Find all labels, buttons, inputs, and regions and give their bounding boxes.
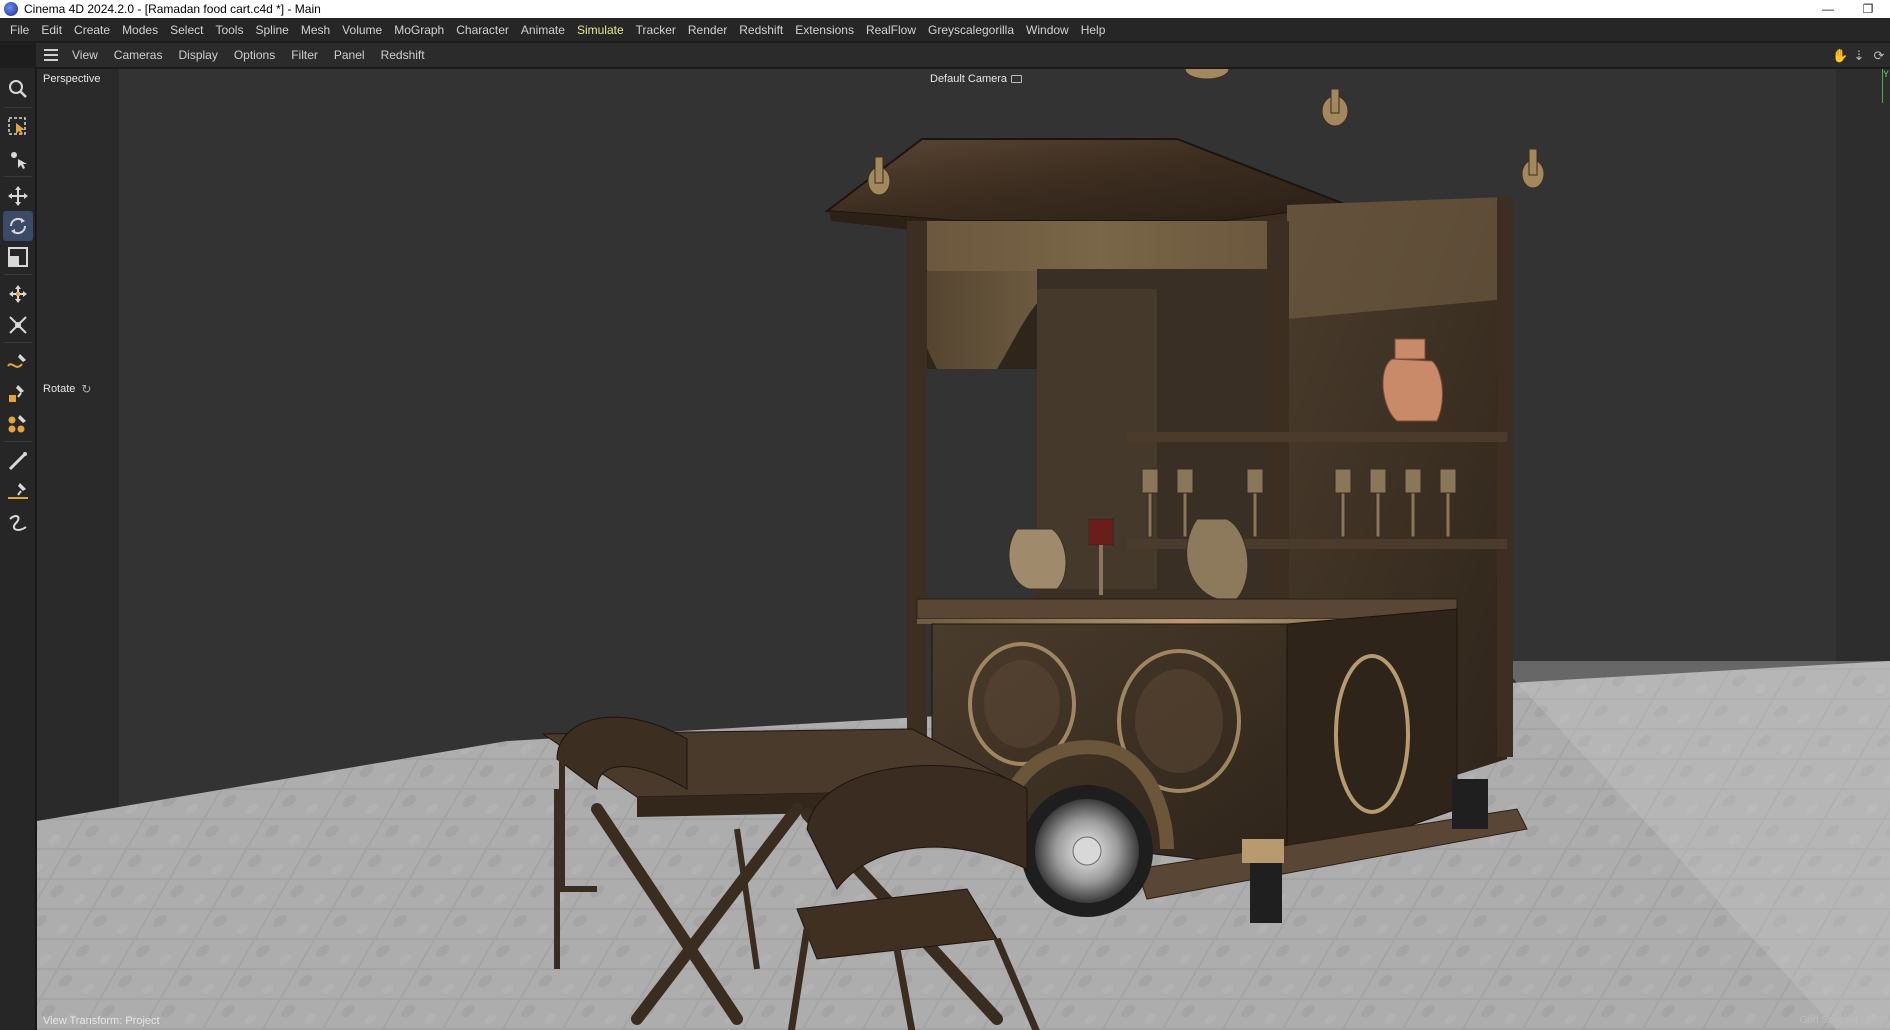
scale-tool-icon[interactable] [3, 242, 33, 272]
menu-mograph[interactable]: MoGraph [388, 18, 450, 42]
menu-create[interactable]: Create [68, 18, 116, 42]
orbit-icon[interactable]: ⟳ [1872, 48, 1886, 63]
menu-extensions[interactable]: Extensions [789, 18, 860, 42]
mograph-cloner-icon[interactable] [3, 409, 33, 439]
menu-spline[interactable]: Spline [249, 18, 294, 42]
hud-tool-label: Rotate [43, 383, 76, 395]
viewport-menu-filter[interactable]: Filter [283, 43, 326, 68]
title-bar: Cinema 4D 2024.2.0 - [Ramadan food cart.… [0, 0, 1890, 18]
menu-character[interactable]: Character [450, 18, 515, 42]
axis-y-label: Y [1882, 69, 1889, 79]
rotate-tool-icon[interactable] [3, 211, 33, 241]
live-selection-icon[interactable] [3, 112, 33, 142]
menu-volume[interactable]: Volume [336, 18, 388, 42]
menu-select[interactable]: Select [164, 18, 209, 42]
window-title: Cinema 4D 2024.2.0 - [Ramadan food cart.… [24, 2, 321, 16]
grid-spacing-label: Grid Spacing : 5000 [1799, 1015, 1888, 1026]
minimize-button[interactable]: — [1808, 0, 1848, 18]
menu-realflow[interactable]: RealFlow [860, 18, 922, 42]
cinema4d-logo-icon [4, 2, 18, 16]
menu-animate[interactable]: Animate [515, 18, 571, 42]
viewport-menu-view[interactable]: View [64, 43, 106, 68]
viewport-name[interactable]: Perspective [43, 73, 100, 85]
zoom-icon[interactable] [3, 74, 33, 104]
menu-modes[interactable]: Modes [116, 18, 164, 42]
camera-selector[interactable]: Default Camera [930, 73, 1023, 85]
cube-create-icon[interactable] [3, 378, 33, 408]
move-tool-icon[interactable] [3, 181, 33, 211]
menu-redshift[interactable]: Redshift [733, 18, 789, 42]
placement-tool-icon[interactable] [3, 279, 33, 309]
transform-tool-icon[interactable] [3, 144, 33, 174]
viewport-navigation: ✋ ⇣ ⟳ [1832, 43, 1886, 68]
viewport-menu-options[interactable]: Options [226, 43, 283, 68]
menu-mesh[interactable]: Mesh [295, 18, 336, 42]
hamburger-menu-icon[interactable] [36, 49, 64, 61]
perspective-viewport[interactable]: Perspective Default Camera Rotate ↻ View… [37, 69, 1890, 1030]
dynamic-place-icon[interactable] [3, 310, 33, 340]
menu-help[interactable]: Help [1075, 18, 1112, 42]
spline-pen-icon[interactable] [3, 347, 33, 377]
restore-button[interactable]: ❐ [1848, 0, 1888, 18]
viewport-menu-display[interactable]: Display [170, 43, 225, 68]
brush-tool-icon[interactable] [3, 446, 33, 476]
rotate-icon: ↻ [81, 382, 92, 396]
hud-active-tool: Rotate ↻ [43, 382, 91, 396]
move-down-icon[interactable]: ⇣ [1852, 48, 1866, 63]
viewport-menu-cameras[interactable]: Cameras [106, 43, 171, 68]
camera-icon [1011, 75, 1023, 83]
main-menu-bar: File Edit Create Modes Select Tools Spli… [0, 18, 1890, 42]
view-transform-label: View Transform: Project [43, 1015, 160, 1027]
menu-greyscalegorilla[interactable]: Greyscalegorilla [922, 18, 1020, 42]
menu-render[interactable]: Render [682, 18, 733, 42]
spline-sketch-icon[interactable] [3, 508, 33, 538]
menu-edit[interactable]: Edit [35, 18, 68, 42]
menu-simulate[interactable]: Simulate [571, 18, 630, 42]
viewport-menu-bar: View Cameras Display Options Filter Pane… [36, 43, 1890, 68]
viewport-menu-redshift[interactable]: Redshift [373, 43, 433, 68]
viewport-menu-panel[interactable]: Panel [326, 43, 373, 68]
menu-file[interactable]: File [4, 18, 35, 42]
left-toolbar [0, 68, 36, 1030]
menu-tools[interactable]: Tools [209, 18, 249, 42]
camera-name: Default Camera [930, 73, 1008, 85]
knife-tool-icon[interactable] [3, 477, 33, 507]
scene-render [37, 69, 1890, 1030]
menu-tracker[interactable]: Tracker [630, 18, 682, 42]
menu-window[interactable]: Window [1020, 18, 1075, 42]
hand-pan-icon[interactable]: ✋ [1832, 48, 1848, 63]
